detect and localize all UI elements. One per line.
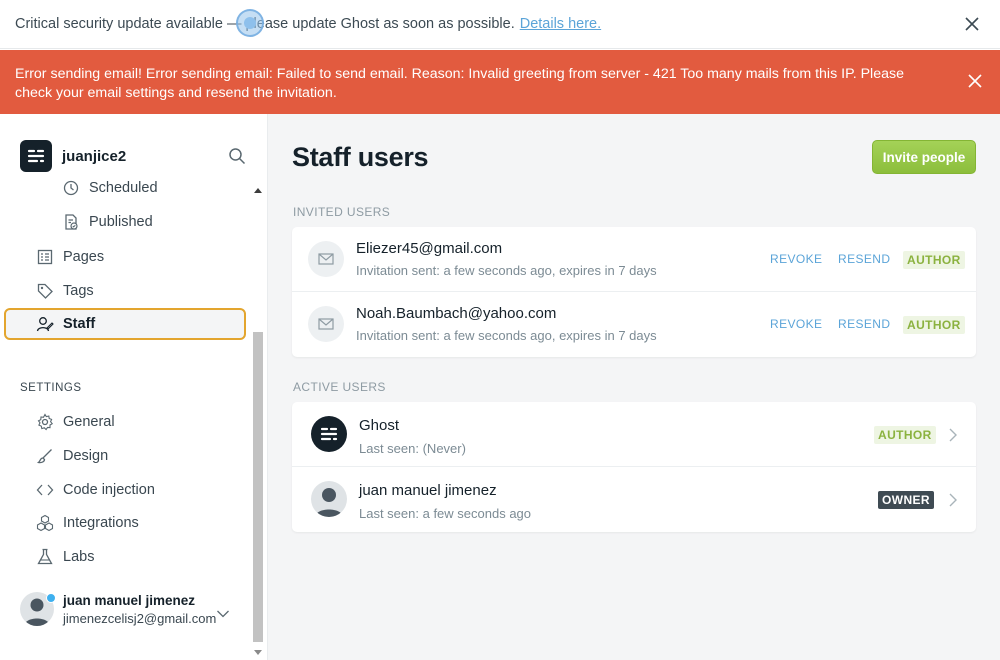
mail-icon xyxy=(318,253,334,265)
notification-text: Critical security update available — ple… xyxy=(15,16,515,32)
close-notification-icon[interactable] xyxy=(962,14,982,34)
nav-item-labs[interactable]: Labs xyxy=(4,541,246,573)
invite-email: Eliezer45@gmail.com xyxy=(356,240,503,257)
nav-item-integrations[interactable]: Integrations xyxy=(4,507,246,539)
scroll-up-arrow-icon[interactable] xyxy=(254,188,262,193)
nav-item-design[interactable]: Design xyxy=(4,440,246,472)
status-dot xyxy=(46,593,56,603)
sidebar: juanjice2 Scheduled Published Pages Tags… xyxy=(0,114,268,660)
last-seen: Last seen: a few seconds ago xyxy=(359,506,532,521)
brush-icon xyxy=(36,447,54,465)
staff-icon xyxy=(36,315,54,333)
nav-label: Published xyxy=(89,214,153,230)
user-email: jimenezcelisj2@gmail.com xyxy=(63,610,217,626)
nav-label: Pages xyxy=(63,249,105,265)
scroll-down-arrow-icon[interactable] xyxy=(254,650,262,655)
nav-item-code-injection[interactable]: Code injection xyxy=(4,474,246,506)
error-alert: Error sending email! Error sending email… xyxy=(0,50,1000,114)
chevron-down-icon[interactable] xyxy=(216,606,230,618)
avatar xyxy=(311,481,347,517)
nav-item-scheduled[interactable]: Scheduled xyxy=(4,172,246,204)
role-badge: AUTHOR xyxy=(874,426,936,444)
nav-label: General xyxy=(63,414,115,430)
code-icon xyxy=(36,481,54,499)
ghost-avatar xyxy=(311,416,347,452)
role-badge: OWNER xyxy=(878,491,934,509)
nav-label: Code injection xyxy=(63,482,155,498)
user-name: juan manuel jimenez xyxy=(359,482,497,499)
published-icon xyxy=(62,213,80,231)
nav-item-tags[interactable]: Tags xyxy=(4,275,246,307)
sidebar-scrollbar[interactable] xyxy=(250,186,266,660)
tag-icon xyxy=(36,282,54,300)
nav-label: Tags xyxy=(63,283,94,299)
site-name: juanjice2 xyxy=(62,147,127,165)
nav-item-staff[interactable]: Staff xyxy=(4,308,246,340)
last-seen: Last seen: (Never) xyxy=(359,441,466,456)
invited-users-card: Eliezer45@gmail.com Invitation sent: a f… xyxy=(292,227,976,357)
chevron-right-icon[interactable] xyxy=(948,492,958,508)
list-item: Noah.Baumbach@yahoo.com Invitation sent:… xyxy=(292,292,976,357)
main-content: Staff users Invite people INVITED USERS … xyxy=(268,114,1000,660)
mail-avatar xyxy=(308,241,344,277)
invite-status: Invitation sent: a few seconds ago, expi… xyxy=(356,263,657,278)
active-users-card: Ghost Last seen: (Never) AUTHOR juan man… xyxy=(292,402,976,532)
invite-email: Noah.Baumbach@yahoo.com xyxy=(356,305,557,322)
ghost-logo-icon xyxy=(320,427,338,441)
resend-button[interactable]: RESEND xyxy=(838,317,890,331)
pages-icon xyxy=(36,248,54,266)
close-alert-icon[interactable] xyxy=(966,72,984,90)
nav-item-published[interactable]: Published xyxy=(4,206,246,238)
active-users-label: ACTIVE USERS xyxy=(293,380,386,394)
revoke-button[interactable]: REVOKE xyxy=(770,252,822,266)
nav-label: Design xyxy=(63,448,109,464)
site-brand[interactable]: juanjice2 xyxy=(20,140,126,172)
table-row[interactable]: juan manuel jimenez Last seen: a few sec… xyxy=(292,467,976,532)
chevron-right-icon[interactable] xyxy=(948,427,958,443)
nav-label: Integrations xyxy=(63,515,139,531)
invited-users-label: INVITED USERS xyxy=(293,205,391,219)
table-row[interactable]: Ghost Last seen: (Never) AUTHOR xyxy=(292,402,976,467)
user-name: juan manuel jimenez xyxy=(63,592,196,608)
list-item: Eliezer45@gmail.com Invitation sent: a f… xyxy=(292,227,976,292)
revoke-button[interactable]: REVOKE xyxy=(770,317,822,331)
ghost-logo-icon xyxy=(20,140,52,172)
gear-icon xyxy=(36,413,54,431)
mail-icon xyxy=(318,318,334,330)
cursor-indicator xyxy=(236,9,264,37)
invite-status: Invitation sent: a few seconds ago, expi… xyxy=(356,328,657,343)
invite-people-button[interactable]: Invite people xyxy=(872,140,976,174)
scroll-thumb[interactable] xyxy=(253,332,263,642)
resend-button[interactable]: RESEND xyxy=(838,252,890,266)
alert-text: Error sending email! Error sending email… xyxy=(15,66,904,101)
user-name: Ghost xyxy=(359,417,400,434)
details-link[interactable]: Details here. xyxy=(520,16,601,32)
mail-avatar xyxy=(308,306,344,342)
role-badge: AUTHOR xyxy=(903,316,965,334)
nav-item-pages[interactable]: Pages xyxy=(4,241,246,273)
nav-label: Staff xyxy=(63,316,96,332)
integrations-icon xyxy=(36,514,54,532)
flask-icon xyxy=(36,548,54,566)
role-badge: AUTHOR xyxy=(903,251,965,269)
nav-label: Scheduled xyxy=(89,180,158,196)
page-title: Staff users xyxy=(292,142,429,172)
nav-item-general[interactable]: General xyxy=(4,406,246,438)
nav-label: Labs xyxy=(63,549,95,565)
clock-icon xyxy=(62,179,80,197)
settings-section-label: SETTINGS xyxy=(20,382,82,394)
search-icon[interactable] xyxy=(228,147,246,165)
security-notification: Critical security update available — ple… xyxy=(0,0,1000,49)
